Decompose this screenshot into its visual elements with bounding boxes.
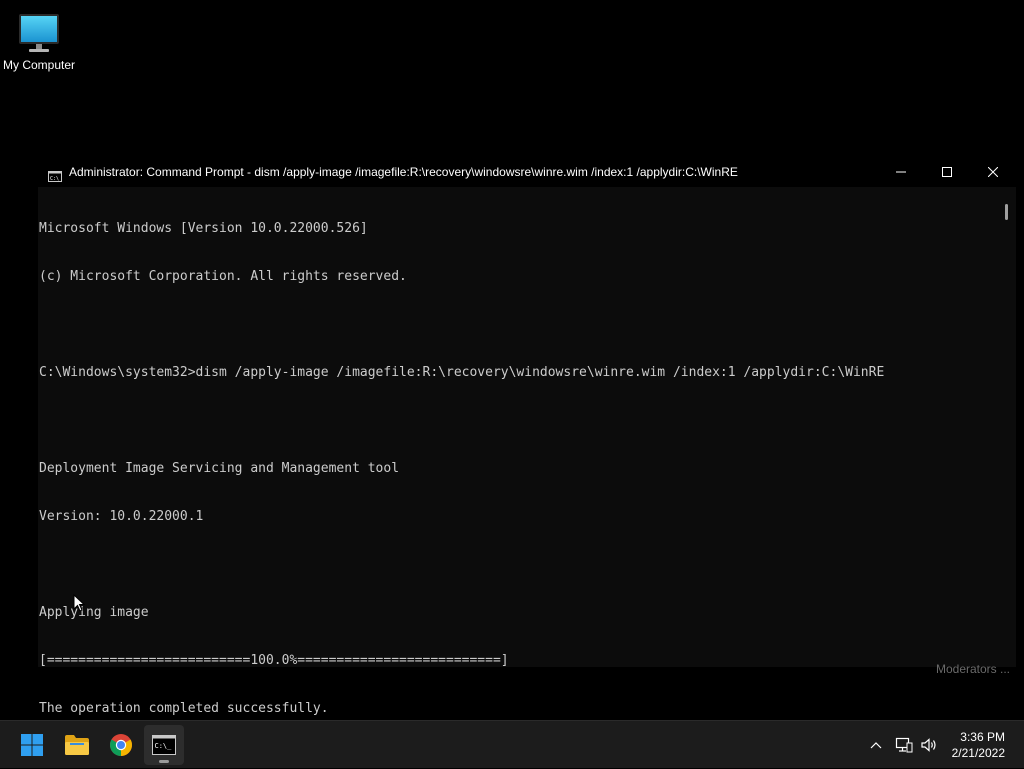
window-titlebar[interactable]: C:\ Administrator: Command Prompt - dism… bbox=[38, 157, 1016, 187]
mouse-cursor-icon bbox=[73, 593, 86, 616]
console-line: Version: 10.0.22000.1 bbox=[39, 509, 204, 524]
tray-overflow-button[interactable] bbox=[864, 721, 888, 769]
desktop-icon-my-computer[interactable]: My Computer bbox=[0, 8, 78, 72]
clock-time: 3:36 PM bbox=[960, 730, 1005, 744]
folder-icon bbox=[65, 735, 89, 755]
console-line: The operation completed successfully. bbox=[39, 701, 329, 716]
chevron-up-icon bbox=[870, 742, 882, 749]
volume-icon bbox=[921, 738, 936, 752]
watermark-text: Moderators ... bbox=[935, 662, 1010, 676]
maximize-button[interactable] bbox=[924, 157, 970, 187]
console-scrollbar[interactable] bbox=[998, 187, 1016, 667]
start-button[interactable] bbox=[12, 725, 52, 765]
tray-volume-button[interactable] bbox=[917, 721, 941, 769]
console-progress-line: [==========================100.0%=======… bbox=[39, 653, 509, 668]
chrome-icon bbox=[110, 734, 132, 756]
console-line: (c) Microsoft Corporation. All rights re… bbox=[39, 269, 407, 284]
cmd-icon: C:\_ bbox=[152, 735, 176, 755]
scrollbar-thumb[interactable] bbox=[1005, 204, 1008, 220]
svg-text:C:\_: C:\_ bbox=[155, 742, 173, 750]
taskbar-command-prompt[interactable]: C:\_ bbox=[144, 725, 184, 765]
taskbar-chrome[interactable] bbox=[101, 725, 141, 765]
close-icon bbox=[988, 167, 998, 177]
window-title: Administrator: Command Prompt - dism /ap… bbox=[69, 165, 738, 179]
cmd-icon: C:\ bbox=[48, 167, 62, 182]
clock-date: 2/21/2022 bbox=[951, 746, 1005, 760]
monitor-icon bbox=[17, 12, 61, 56]
minimize-button[interactable] bbox=[878, 157, 924, 187]
console-line: Deployment Image Servicing and Managemen… bbox=[39, 461, 400, 476]
desktop-icon-label: My Computer bbox=[2, 58, 76, 72]
active-app-indicator bbox=[159, 760, 169, 763]
taskbar-clock[interactable]: 3:36 PM 2/21/2022 bbox=[952, 729, 1005, 761]
console-output[interactable]: Microsoft Windows [Version 10.0.22000.52… bbox=[38, 187, 998, 716]
windows-logo-icon bbox=[21, 734, 43, 756]
taskbar: C:\_ 3:36 PM 2/21/2022 bbox=[0, 720, 1024, 768]
console-line: C:\Windows\system32>dism /apply-image /i… bbox=[39, 365, 885, 380]
maximize-icon bbox=[942, 167, 952, 177]
svg-text:C:\: C:\ bbox=[50, 176, 59, 182]
taskbar-file-explorer[interactable] bbox=[57, 725, 97, 765]
close-button[interactable] bbox=[970, 157, 1016, 187]
network-icon bbox=[895, 737, 913, 753]
tray-network-button[interactable] bbox=[892, 721, 916, 769]
command-prompt-window[interactable]: C:\ Administrator: Command Prompt - dism… bbox=[38, 157, 1016, 716]
console-line: Applying image bbox=[39, 605, 149, 620]
console-line: Microsoft Windows [Version 10.0.22000.52… bbox=[39, 221, 368, 236]
minimize-icon bbox=[896, 171, 906, 173]
